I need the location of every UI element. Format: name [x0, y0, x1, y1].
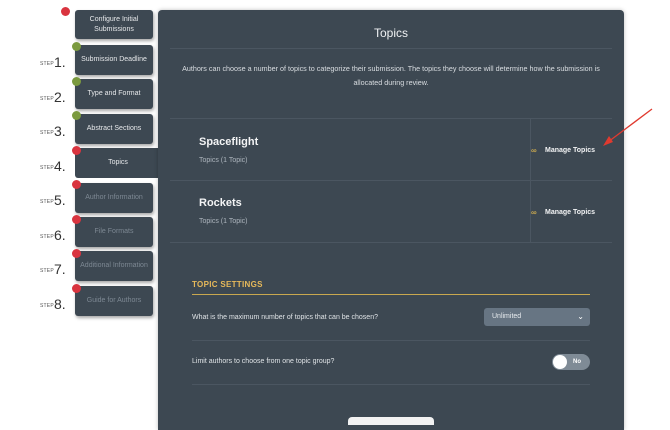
- step-number: STEP 5.: [40, 192, 66, 208]
- step-type-and-format[interactable]: Type and Format: [75, 79, 153, 109]
- topic-count: Topics (1 Topic): [199, 157, 248, 164]
- toggle-label: No: [573, 359, 581, 365]
- step-number: STEP 3.: [40, 123, 66, 139]
- step-card-label: Guide for Authors: [86, 297, 142, 304]
- status-dot-icon: [72, 77, 81, 86]
- manage-topics-button[interactable]: ∞ Manage Topics: [531, 119, 612, 181]
- step-configure-initial-submissions[interactable]: Configure Initial Submissions: [75, 10, 153, 39]
- step-card-label: Submission Deadline: [81, 56, 147, 63]
- topic-row-spaceflight: Spaceflight Topics (1 Topic) ∞ Manage To…: [170, 119, 612, 181]
- status-dot-icon: [72, 42, 81, 51]
- status-dot-icon: [72, 180, 81, 189]
- divider: [192, 340, 590, 341]
- topic-settings-heading: TOPIC SETTINGS: [192, 280, 263, 289]
- topics-panel: Topics Authors can choose a number of to…: [158, 10, 624, 430]
- heading-underline: [192, 294, 590, 295]
- topic-count: Topics (1 Topic): [199, 218, 248, 225]
- topic-row-rockets: Rockets Topics (1 Topic) ∞ Manage Topics: [170, 181, 612, 243]
- step-file-formats[interactable]: File Formats: [75, 217, 153, 247]
- divider: [170, 242, 612, 243]
- status-dot-icon: [72, 249, 81, 258]
- max-topics-question: What is the maximum number of topics tha…: [192, 314, 378, 321]
- toggle-knob: [553, 355, 567, 369]
- status-dot-icon: [72, 111, 81, 120]
- partial-button[interactable]: [348, 417, 434, 425]
- step-card-label: Topics: [108, 159, 128, 166]
- topic-name: Spaceflight: [199, 136, 259, 148]
- divider: [192, 384, 590, 385]
- step-number: STEP 7.: [40, 261, 66, 277]
- status-dot-icon: [72, 146, 81, 155]
- topic-name: Rockets: [199, 197, 242, 209]
- divider: [170, 48, 612, 49]
- page-title: Topics: [373, 26, 408, 40]
- select-value: Unlimited: [492, 313, 522, 320]
- link-icon: ∞: [531, 207, 537, 217]
- step-card-label: Type and Format: [87, 90, 141, 97]
- limit-topic-group-toggle[interactable]: No: [552, 354, 590, 370]
- step-abstract-sections[interactable]: Abstract Sections: [75, 114, 153, 144]
- step-author-information[interactable]: Author Information: [75, 183, 153, 213]
- status-dot-icon: [72, 284, 81, 293]
- step-number: STEP 6.: [40, 227, 66, 243]
- limit-topic-group-question: Limit authors to choose from one topic g…: [192, 358, 335, 365]
- step-guide-for-authors[interactable]: Guide for Authors: [75, 286, 153, 316]
- step-card-label: Author Information: [85, 194, 143, 201]
- status-dot-icon: [61, 7, 70, 16]
- manage-topics-button[interactable]: ∞ Manage Topics: [531, 181, 612, 243]
- link-icon: ∞: [531, 145, 537, 155]
- step-topics[interactable]: Topics: [75, 148, 161, 178]
- step-card-label: Configure Initial Submissions: [89, 15, 139, 33]
- status-dot-icon: [72, 215, 81, 224]
- step-number: STEP 2.: [40, 89, 66, 105]
- step-additional-information[interactable]: Additional Information: [75, 251, 153, 281]
- step-card-label: Additional Information: [80, 262, 148, 269]
- max-topics-select[interactable]: Unlimited ⌄: [484, 308, 590, 326]
- topics-description: Authors can choose a number of topics to…: [182, 64, 600, 87]
- step-number: STEP 4.: [40, 158, 66, 174]
- step-navigation: Configure Initial Submissions STEP 1. Su…: [0, 0, 161, 420]
- chevron-down-icon: ⌄: [577, 312, 584, 321]
- step-number: STEP 8.: [40, 296, 66, 312]
- step-submission-deadline[interactable]: Submission Deadline: [75, 45, 153, 75]
- step-number: STEP 1.: [40, 54, 66, 70]
- step-card-label: Abstract Sections: [86, 125, 142, 132]
- step-card-label: File Formats: [94, 228, 134, 235]
